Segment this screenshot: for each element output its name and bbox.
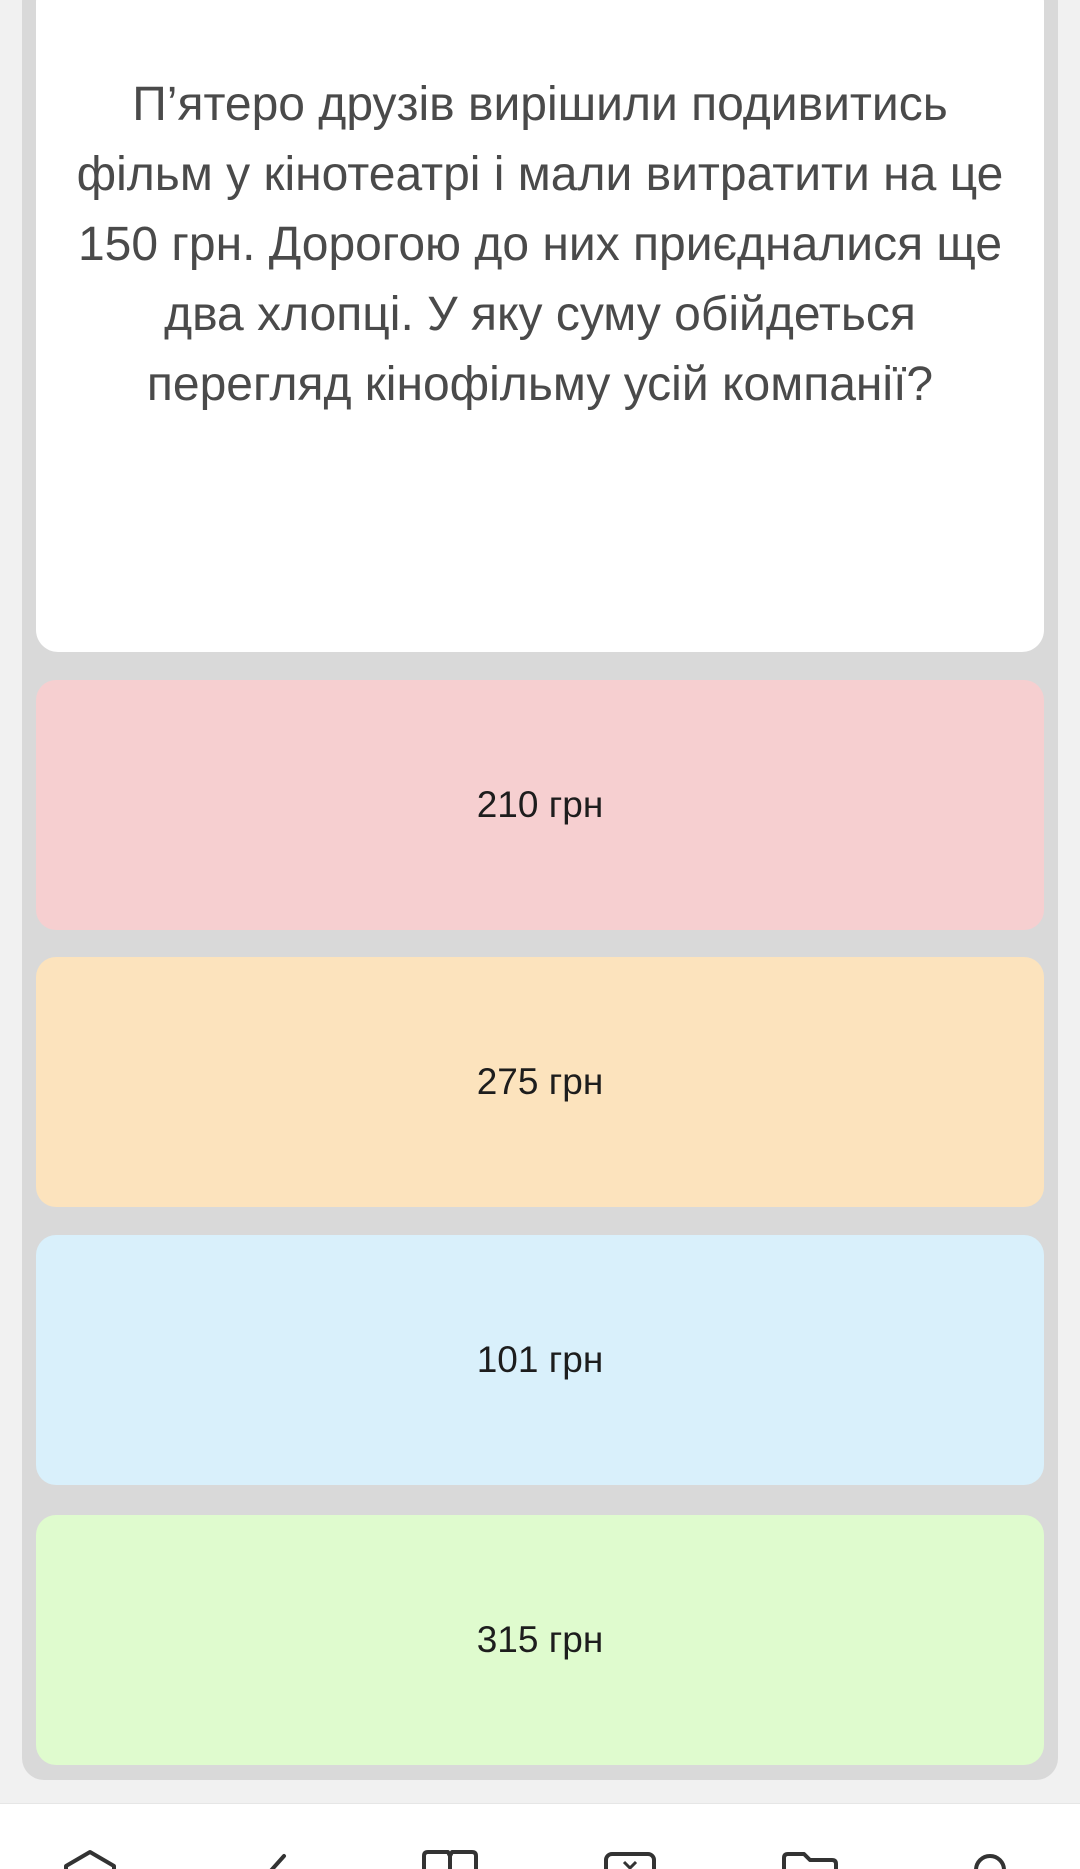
quiz-panel: П’ятеро друзів вирішили подивитись фільм… [22,0,1058,1780]
profile-icon[interactable] [960,1844,1020,1869]
answer-option-2[interactable]: 275 грн [36,957,1044,1207]
answer-label: 275 грн [476,1061,604,1102]
bottom-navigation-bar [0,1803,1080,1869]
answer-label: 101 грн [476,1339,604,1380]
pencil-icon[interactable] [240,1844,300,1869]
book-icon[interactable] [420,1844,480,1869]
answer-option-3[interactable]: 101 грн [36,1235,1044,1485]
answer-option-4[interactable]: 315 грн [36,1515,1044,1765]
folder-icon[interactable] [780,1844,840,1869]
home-icon[interactable] [60,1844,120,1869]
question-card: П’ятеро друзів вирішили подивитись фільм… [36,0,1044,652]
inbox-icon[interactable] [600,1844,660,1869]
answer-label: 210 грн [476,784,604,825]
answer-label: 315 грн [476,1619,604,1660]
answer-option-1[interactable]: 210 грн [36,680,1044,930]
question-text: П’ятеро друзів вирішили подивитись фільм… [76,78,1004,411]
